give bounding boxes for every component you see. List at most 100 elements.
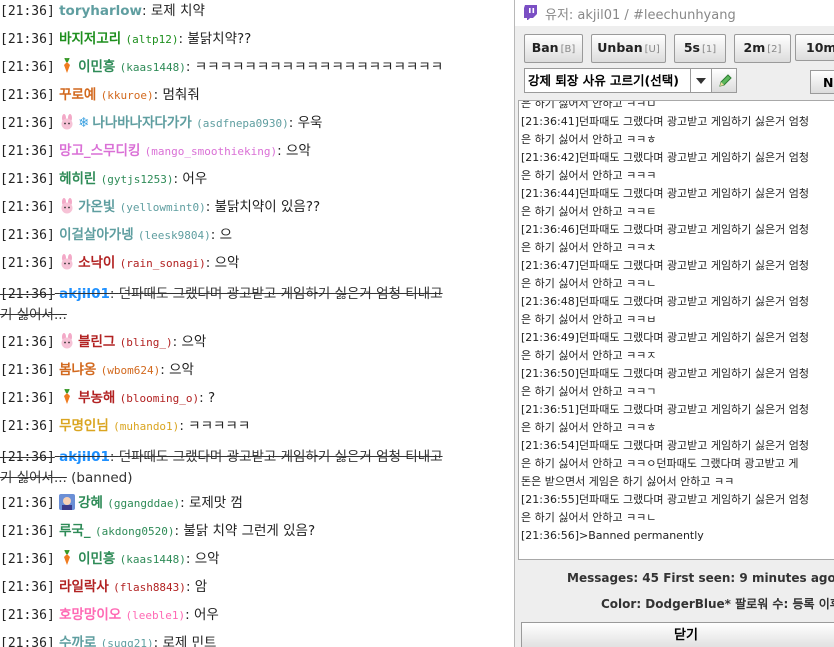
chat-login[interactable]: (asdfnepa0930) (196, 117, 289, 130)
chat-message: 던파때도 그랬다며 광고받고 게임하기 싫은거 엄청 티내고 (118, 449, 443, 465)
chat-message: 어우 (193, 607, 219, 623)
ban-button[interactable]: Ban [B] (524, 34, 583, 63)
log-line: [21:36:49]던파때도 그랬다며 광고받고 게임하기 싫은거 엄청 (521, 331, 809, 344)
chat-login[interactable]: (rain_sonagi) (120, 257, 206, 270)
chat-nick[interactable]: 무명인님 (59, 418, 109, 434)
chat-nick[interactable]: 라일락사 (59, 579, 109, 595)
chat-nick[interactable]: 블린그 (78, 334, 115, 350)
chat-login[interactable]: (wbom624) (101, 364, 161, 377)
chat-login[interactable]: (sugg21) (101, 637, 154, 647)
log-line: 은 하기 싫어서 안하고 ㅋㅋㅎ (521, 133, 657, 146)
chat-nick[interactable]: 강혜 (78, 495, 103, 511)
edit-reason-button[interactable] (711, 68, 737, 93)
chat-message: 로제 민트 (162, 635, 217, 647)
ban-key: [B] (560, 44, 576, 55)
chat-nick[interactable]: 소낙이 (78, 255, 115, 271)
log-line: 은 하기 싫어서 안하고 ㅋㅋㅌ (521, 205, 657, 218)
chat-line: [21:36] 봄냐옹 (wbom624): 으악 (0, 357, 514, 384)
chat-login[interactable]: (muhando1) (113, 420, 179, 433)
chat-nick[interactable]: 가온빛 (78, 199, 115, 215)
chat-nick[interactable]: 이걸살아가넹 (59, 227, 134, 243)
chat-login[interactable]: (gytjs1253) (101, 173, 174, 186)
chat-nick[interactable]: 헤히린 (59, 171, 96, 187)
chevron-down-icon[interactable] (690, 68, 710, 93)
pencil-icon (719, 74, 732, 87)
twitch-icon (524, 5, 537, 20)
bunny-badge-icon (61, 198, 73, 214)
chat-nick[interactable]: 망고_스무디킹 (59, 143, 140, 159)
chat-message: 으악 (169, 362, 194, 378)
chat-message: ? (207, 390, 216, 406)
chat-timestamp: [21:36] (0, 335, 55, 350)
chat-login[interactable]: (altp12) (126, 33, 179, 46)
chat-login[interactable]: (blooming_o) (120, 392, 199, 405)
chat-line: [21:36] 이걸살아가넹 (leesk9804): 으 (0, 222, 514, 249)
no-button[interactable]: No (810, 70, 834, 94)
chat-timestamp: [21:36] (0, 172, 55, 187)
timeout-2m-label: 2m (743, 40, 766, 55)
bunny-badge-icon (61, 333, 73, 349)
user-message-log[interactable]: 은 하기 싫어서 안하고 ㅋㅋㅁ [21:36:41]던파때도 그랬다며 광고받고… (518, 100, 834, 560)
chat-nick[interactable]: 루국_ (59, 523, 91, 539)
chat-login[interactable]: (bling_) (120, 336, 173, 349)
chat-nick[interactable]: 꾸로예 (59, 87, 96, 103)
chat-nick[interactable]: toryharlow (59, 3, 142, 19)
chat-nick[interactable]: 이민흥 (78, 551, 115, 567)
timeout-5s-button[interactable]: 5s [1] (674, 34, 726, 63)
chat-login[interactable]: (ggangddae) (107, 497, 180, 510)
chat-login[interactable]: (flash8843) (113, 581, 186, 594)
timeout-10m-button[interactable]: 10m (795, 34, 834, 61)
timeout-2m-button[interactable]: 2m [2] (734, 34, 791, 63)
chat-timestamp: [21:36] (0, 496, 55, 511)
chat-separator: : (205, 255, 215, 271)
ban-label: Ban (531, 40, 559, 55)
chat-line: [21:36] 헤히린 (gytjs1253): 어우 (0, 166, 514, 193)
chat-nick[interactable]: 이민흥 (78, 59, 115, 75)
chat-login[interactable]: (akdong0520) (95, 525, 174, 538)
timeout-10m-label: 10m (806, 40, 834, 55)
chat-login[interactable]: (yellowmint0) (120, 201, 206, 214)
chat-timestamp: [21:36] (0, 4, 55, 19)
chat-message: 로제 치약 (150, 3, 205, 19)
chat-message: 멈춰줘 (162, 87, 200, 103)
log-line: [21:36:50]던파때도 그랬다며 광고받고 게임하기 싫은거 엄청 (521, 367, 809, 380)
bunny-badge-icon (61, 254, 73, 270)
chat-login[interactable]: (leeble1) (126, 609, 186, 622)
window-title: 유저: akjil01 / #leechunhyang (545, 8, 736, 23)
chat-line: [21:36] 망고_스무디킹 (mango_smoothieking): 으악 (0, 138, 514, 165)
chat-message: 으 (219, 227, 233, 243)
chat-login[interactable]: (kkuroe) (101, 89, 154, 102)
chat-line: [21:36] 꾸로예 (kkuroe): 멈춰줘 (0, 82, 514, 109)
chat-login[interactable]: (kaas1448) (120, 61, 186, 74)
chat-nick[interactable]: akjil01 (59, 286, 110, 302)
chat-timestamp: [21:36] (0, 580, 55, 595)
chat-timestamp: [21:36] (0, 450, 55, 465)
log-line: [21:36:55]던파때도 그랬다며 광고받고 게임하기 싫은거 엄청 (521, 493, 809, 506)
chat-nick[interactable]: 바지저고리 (59, 31, 121, 47)
chat-timestamp: [21:36] (0, 636, 55, 647)
chat-nick[interactable]: akjil01 (59, 449, 110, 465)
close-button[interactable]: 닫기 (521, 622, 834, 647)
timeout-5s-label: 5s (683, 40, 700, 55)
unban-button[interactable]: Unban [U] (591, 34, 666, 63)
log-line: [21:36:56]>Banned permanently (521, 529, 704, 542)
snowflake-icon: ❄ (78, 115, 90, 131)
chat-message: 어우 (182, 171, 208, 187)
chat-separator: : (185, 579, 195, 595)
chat-line: [21:36] akjil01: 던파때도 그랬다며 광고받고 게임하기 싫은거… (0, 281, 514, 308)
chat-login[interactable]: (mango_smoothieking) (145, 145, 277, 158)
chat-line: [21:36] 강혜 (ggangddae): 로제맛 껌 (0, 490, 514, 517)
chat-timestamp: [21:36] (0, 608, 55, 623)
chat-separator: : (109, 449, 119, 465)
title-bar[interactable]: 유저: akjil01 / #leechunhyang (515, 0, 834, 26)
chat-nick[interactable]: 호망망이오 (59, 607, 121, 623)
chat-login[interactable]: (leesk9804) (138, 229, 211, 242)
chat-nick[interactable]: 수까로 (59, 635, 96, 647)
carrot-badge-icon (64, 550, 71, 565)
chat-nick[interactable]: 봄냐옹 (59, 362, 96, 378)
chat-message: 암 (194, 579, 208, 595)
chat-nick[interactable]: 부농해 (78, 390, 115, 406)
chat-message: 으악 (181, 334, 207, 350)
chat-nick[interactable]: 나나바나자다가가 (92, 115, 191, 131)
chat-login[interactable]: (kaas1448) (120, 553, 186, 566)
